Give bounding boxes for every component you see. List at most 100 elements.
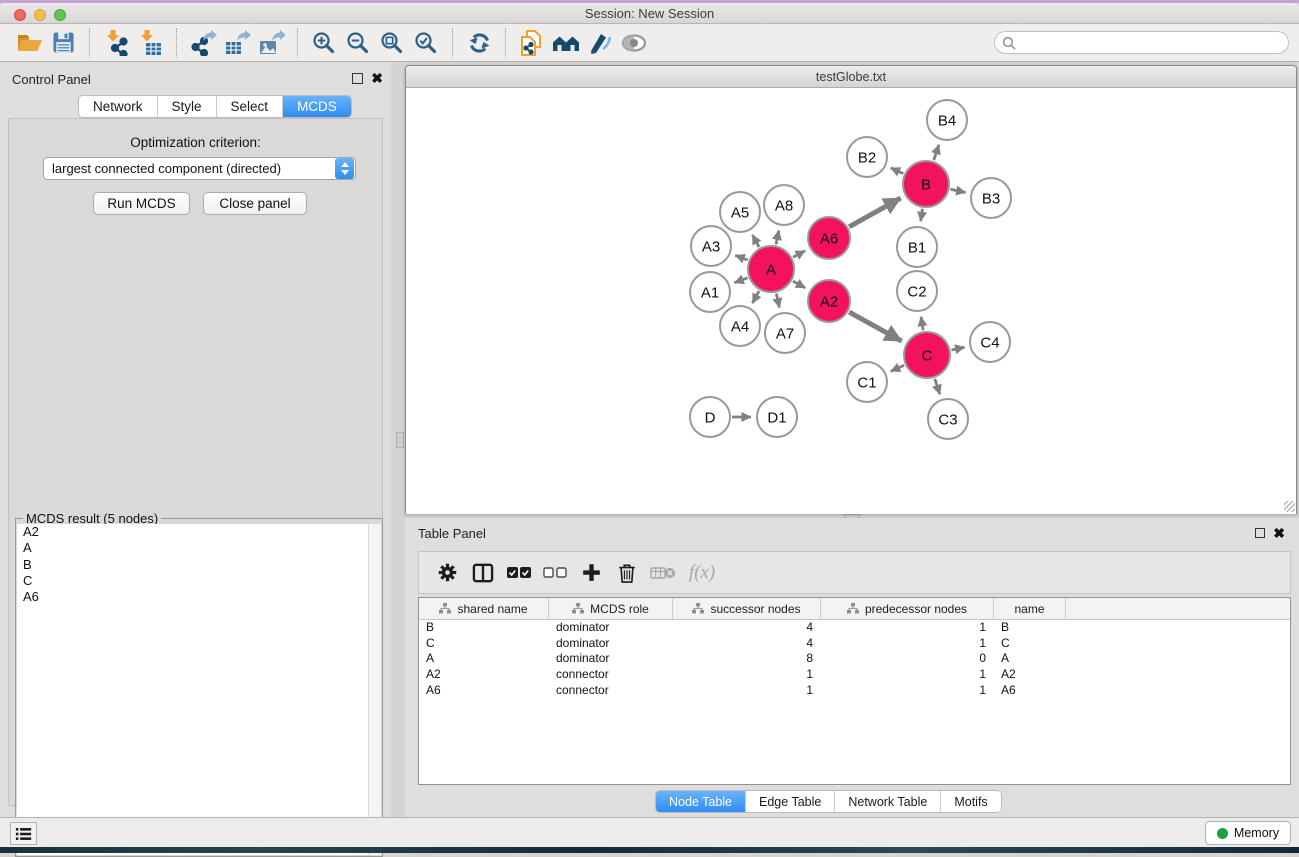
memory-status-icon (1217, 828, 1228, 839)
graph-edge-B-B4[interactable] (934, 145, 939, 161)
graph-edge-A-A1[interactable] (734, 278, 747, 283)
graph-node-label: D1 (767, 409, 786, 426)
graph-edge-C-C1[interactable] (891, 365, 904, 371)
select-all-columns-button[interactable] (501, 555, 537, 591)
criterion-value: largest connected component (directed) (44, 161, 335, 176)
vertical-splitter-grip[interactable] (396, 432, 404, 448)
tab-mcds[interactable]: MCDS (282, 96, 351, 117)
table-settings-button[interactable] (429, 555, 465, 591)
column-header-mcds-role[interactable]: MCDS role (549, 598, 673, 619)
column-header-predecessor-nodes[interactable]: predecessor nodes (821, 598, 994, 619)
table-row[interactable]: A6connector11A6 (419, 683, 1290, 699)
plus-icon (581, 562, 602, 583)
toolbar-separator (89, 28, 90, 58)
table-row[interactable]: Bdominator41B (419, 620, 1290, 636)
table-split-view-button[interactable] (465, 555, 501, 591)
import-table-button[interactable] (133, 27, 167, 59)
tab-network-table[interactable]: Network Table (834, 791, 940, 812)
table-row[interactable]: A2connector11A2 (419, 667, 1290, 683)
graph-node-label: A5 (731, 204, 749, 221)
status-bar: Memory (0, 817, 1299, 847)
vizmapper-button[interactable] (583, 27, 617, 59)
graph-edge-C-C2[interactable] (921, 317, 923, 331)
column-header-name[interactable]: name (994, 598, 1066, 619)
graph-edge-A6-B[interactable] (849, 198, 901, 227)
tab-motifs[interactable]: Motifs (940, 791, 1000, 812)
task-history-button[interactable] (10, 822, 37, 845)
tab-node-table[interactable]: Node Table (656, 791, 745, 812)
graph-edge-A-A2[interactable] (793, 281, 805, 288)
mcds-result-item[interactable]: A2 (17, 524, 381, 540)
zoom-out-button[interactable] (341, 27, 375, 59)
export-image-button[interactable] (254, 27, 288, 59)
tree-icon (572, 603, 584, 614)
zoom-selected-button[interactable] (409, 27, 443, 59)
graph-edge-A2-C[interactable] (849, 312, 901, 341)
home-layout-button[interactable] (549, 27, 583, 59)
table-cell: A2 (994, 667, 1066, 683)
close-panel-icon[interactable]: ✖ (371, 71, 383, 85)
graph-edge-A-A8[interactable] (776, 230, 779, 244)
save-session-button[interactable] (46, 27, 80, 59)
close-panel-button[interactable]: Close panel (203, 192, 307, 215)
zoom-fit-button[interactable] (375, 27, 409, 59)
float-panel-icon[interactable] (352, 73, 363, 84)
export-network-button[interactable] (186, 27, 220, 59)
delete-table-button[interactable] (645, 555, 681, 591)
export-image-icon (258, 30, 285, 56)
graph-edge-A-A5[interactable] (752, 235, 759, 247)
graph-edge-C-C3[interactable] (935, 379, 940, 395)
graph-edge-B-B2[interactable] (891, 168, 904, 174)
search-input[interactable] (1016, 33, 1288, 52)
network-canvas[interactable]: B4B2BB3A8A5A6B1A3AA1C2A2A4A7C4CC1C3DD1 (406, 88, 1296, 514)
zoom-in-button[interactable] (307, 27, 341, 59)
refresh-layout-button[interactable] (462, 27, 496, 59)
graph-edge-B-B3[interactable] (950, 189, 965, 192)
tab-network[interactable]: Network (79, 96, 157, 117)
graph-edge-A-A4[interactable] (752, 291, 759, 303)
clone-network-button[interactable] (515, 27, 549, 59)
import-network-button[interactable] (99, 27, 133, 59)
delete-column-button[interactable] (609, 555, 645, 591)
table-row[interactable]: Cdominator41C (419, 636, 1290, 652)
graph-edge-B-B1[interactable] (921, 209, 923, 222)
open-session-button[interactable] (12, 27, 46, 59)
memory-button[interactable]: Memory (1205, 821, 1291, 845)
table-row[interactable]: Adominator80A (419, 651, 1290, 667)
graph-edge-C-C4[interactable] (951, 347, 964, 350)
window-titlebar[interactable]: Session: New Session (0, 3, 1299, 24)
checked-boxes-icon (506, 566, 532, 579)
deselect-all-columns-button[interactable] (537, 555, 573, 591)
graph-edge-A-A3[interactable] (735, 255, 747, 260)
mcds-result-list: A2ABCA6 (17, 524, 381, 855)
tab-edge-table[interactable]: Edge Table (745, 791, 834, 812)
graph-node-label: A4 (731, 318, 749, 335)
export-table-button[interactable] (220, 27, 254, 59)
column-header-successor-nodes[interactable]: successor nodes (673, 598, 821, 619)
table-close-panel-icon[interactable]: ✖ (1273, 526, 1285, 540)
mcds-result-item[interactable]: B (17, 557, 381, 573)
select-stepper-icon (335, 158, 354, 179)
toolbar-separator (297, 28, 298, 58)
network-window-titlebar[interactable]: testGlobe.txt (406, 66, 1296, 88)
graph-edge-A-A7[interactable] (776, 293, 779, 307)
show-hide-panel-button[interactable] (617, 27, 651, 59)
clone-network-icon (519, 29, 545, 57)
window-resize-grip[interactable] (1284, 501, 1295, 512)
table-float-panel-icon[interactable] (1255, 528, 1265, 538)
result-scrollbar[interactable] (368, 524, 381, 855)
mcds-result-item[interactable]: A (17, 540, 381, 556)
refresh-icon (467, 31, 492, 55)
vizmapper-icon (587, 31, 613, 55)
criterion-select[interactable]: largest connected component (directed) (43, 157, 356, 180)
mcds-result-item[interactable]: C (17, 573, 381, 589)
column-header-shared-name[interactable]: shared name (419, 598, 549, 619)
add-column-button[interactable] (573, 555, 609, 591)
tab-style[interactable]: Style (157, 96, 216, 117)
mcds-result-item[interactable]: A6 (17, 589, 381, 605)
tab-select[interactable]: Select (216, 96, 283, 117)
network-window-title: testGlobe.txt (406, 70, 1296, 84)
graph-edge-A-A6[interactable] (793, 251, 805, 257)
run-mcds-button[interactable]: Run MCDS (93, 192, 190, 215)
function-builder-button[interactable]: f(x) (681, 555, 717, 591)
